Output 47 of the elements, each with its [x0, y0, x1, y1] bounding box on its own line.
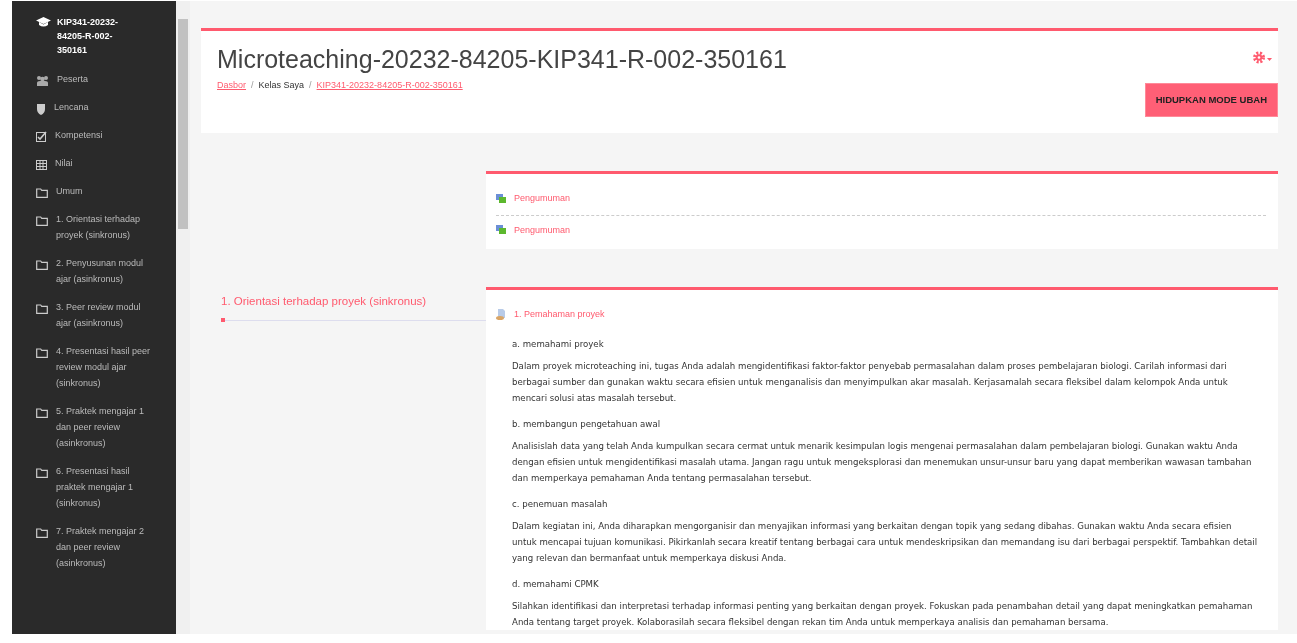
sidebar-item[interactable]: 2. Penyusunan modul ajar (asinkronus) — [56, 255, 152, 287]
folder-icon — [36, 187, 48, 198]
folder-icon — [36, 215, 48, 226]
content-heading: b. membangun pengetahuan awal — [511, 417, 662, 431]
folder-icon — [36, 259, 48, 270]
content-heading: a. memahami proyek — [511, 337, 605, 351]
sidebar-item[interactable]: 3. Peer review modul ajar (asinkronus) — [56, 299, 152, 331]
people-icon — [36, 75, 49, 87]
folder-icon — [36, 303, 48, 314]
sidebar-item[interactable]: 4. Presentasi hasil peer review modul ajar (sinkronus) — [56, 343, 152, 391]
sidebar-item[interactable]: Kompetensi — [55, 127, 151, 143]
document-icon — [496, 309, 506, 321]
content-paragraph: Dalam kegiatan ini, Anda diharapkan mengorganisir dan menyajikan informasi yang berkaitan dengan topik yang sedang dibahas. Gunakan waktu Anda secara efisien untuk mencapai tujuan komunikasi. Pikirkanlah secara kreatif tentang berbagai cara untuk mendeskripsikan dan memandang isu dari berbagai perspektif. Tambahkan detail yang relevan dan bermanfaat untuk memperkaya diskusi Anda. — [511, 519, 1258, 565]
folder-icon — [36, 407, 48, 418]
sidebar-item[interactable]: Nilai — [55, 155, 151, 171]
sidebar-item[interactable]: Lencana — [54, 99, 150, 115]
content-paragraph: Analisislah data yang telah Anda kumpulkan secara cermat untuk menarik kesimpulan logis mengenai permasalahan dalam pembelajaran biologi. Gunakan waktu Anda dengan efisien untuk mengidentifikasi masalah utama. Jangan ragu untuk mengeksplorasi dan menemukan unsur-unsur baru yang dapat memberikan wawasan tambahan dan memperkaya pemahaman Anda tentang permasalahan tersebut. — [511, 439, 1253, 485]
breadcrumb-separator: / — [309, 79, 312, 92]
table-icon — [36, 159, 47, 170]
forum-icon — [496, 193, 506, 204]
scrollbar-thumb[interactable] — [178, 19, 188, 229]
sidebar-item[interactable]: 1. Orientasi terhadap proyek (sinkronus) — [56, 211, 152, 243]
sidebar-item[interactable]: 7. Praktek mengajar 2 dan peer review (asinkronus) — [56, 523, 152, 571]
sidebar-item[interactable]: 6. Presentasi hasil praktek mengajar 1 (sinkronus) — [56, 463, 152, 511]
edit-mode-button[interactable]: HIDUPKAN MODE UBAH — [1144, 83, 1278, 118]
content-heading: d. memahami CPMK — [511, 577, 600, 591]
content-heading: c. penemuan masalah — [511, 497, 609, 511]
folder-icon — [36, 347, 48, 358]
section-title: 1. Orientasi terhadap proyek (sinkronus) — [221, 294, 428, 309]
content-paragraph: Silahkan identifikasi dan interpretasi terhadap informasi penting yang berkaitan dengan proyek. Fokuskan pada penambahan detail yang dapat meningkatkan pemahaman Anda tentang target proyek. Kolaborasilah secara fleksibel dengan rekan tim Anda untuk memperkaya analisis dan pemahaman bersama. — [511, 599, 1254, 629]
breadcrumb-separator: / — [251, 79, 254, 92]
section-marker — [221, 318, 225, 323]
scrollbar[interactable] — [176, 1, 190, 634]
folder-icon — [36, 527, 48, 538]
checkbox-icon — [36, 131, 47, 143]
sidebar-item[interactable]: Peserta — [57, 71, 153, 87]
course-name[interactable]: KIP341-20232-84205-R-002-350161 — [57, 15, 135, 57]
page-title: Microteaching-20232-84205-KIP341-R-002-350161 — [217, 44, 788, 75]
breadcrumb-item: Kelas Saya — [258, 79, 305, 92]
shield-icon — [36, 102, 46, 115]
settings-icon[interactable] — [1252, 51, 1274, 64]
sidebar-item[interactable]: Umum — [56, 183, 152, 199]
graduation-cap-icon — [36, 17, 51, 28]
folder-icon — [36, 467, 48, 478]
sidebar-item[interactable]: 5. Praktek mengajar 1 dan peer review (asinkronus) — [56, 403, 152, 451]
forum-icon — [496, 225, 506, 236]
content-paragraph: Dalam proyek microteaching ini, tugas Anda adalah mengidentifikasi faktor-faktor penyebab permasalahan dalam proses pembelajaran biologi. Carilah informasi dari berbagai sumber dan gunakan waktu secara efisien untuk menganalisis dan menyimpulkan akar masalah. Kerjasamalah secara fleksibel dalam kelompok Anda untuk mencari solusi atas masalah tersebut. — [511, 359, 1229, 405]
